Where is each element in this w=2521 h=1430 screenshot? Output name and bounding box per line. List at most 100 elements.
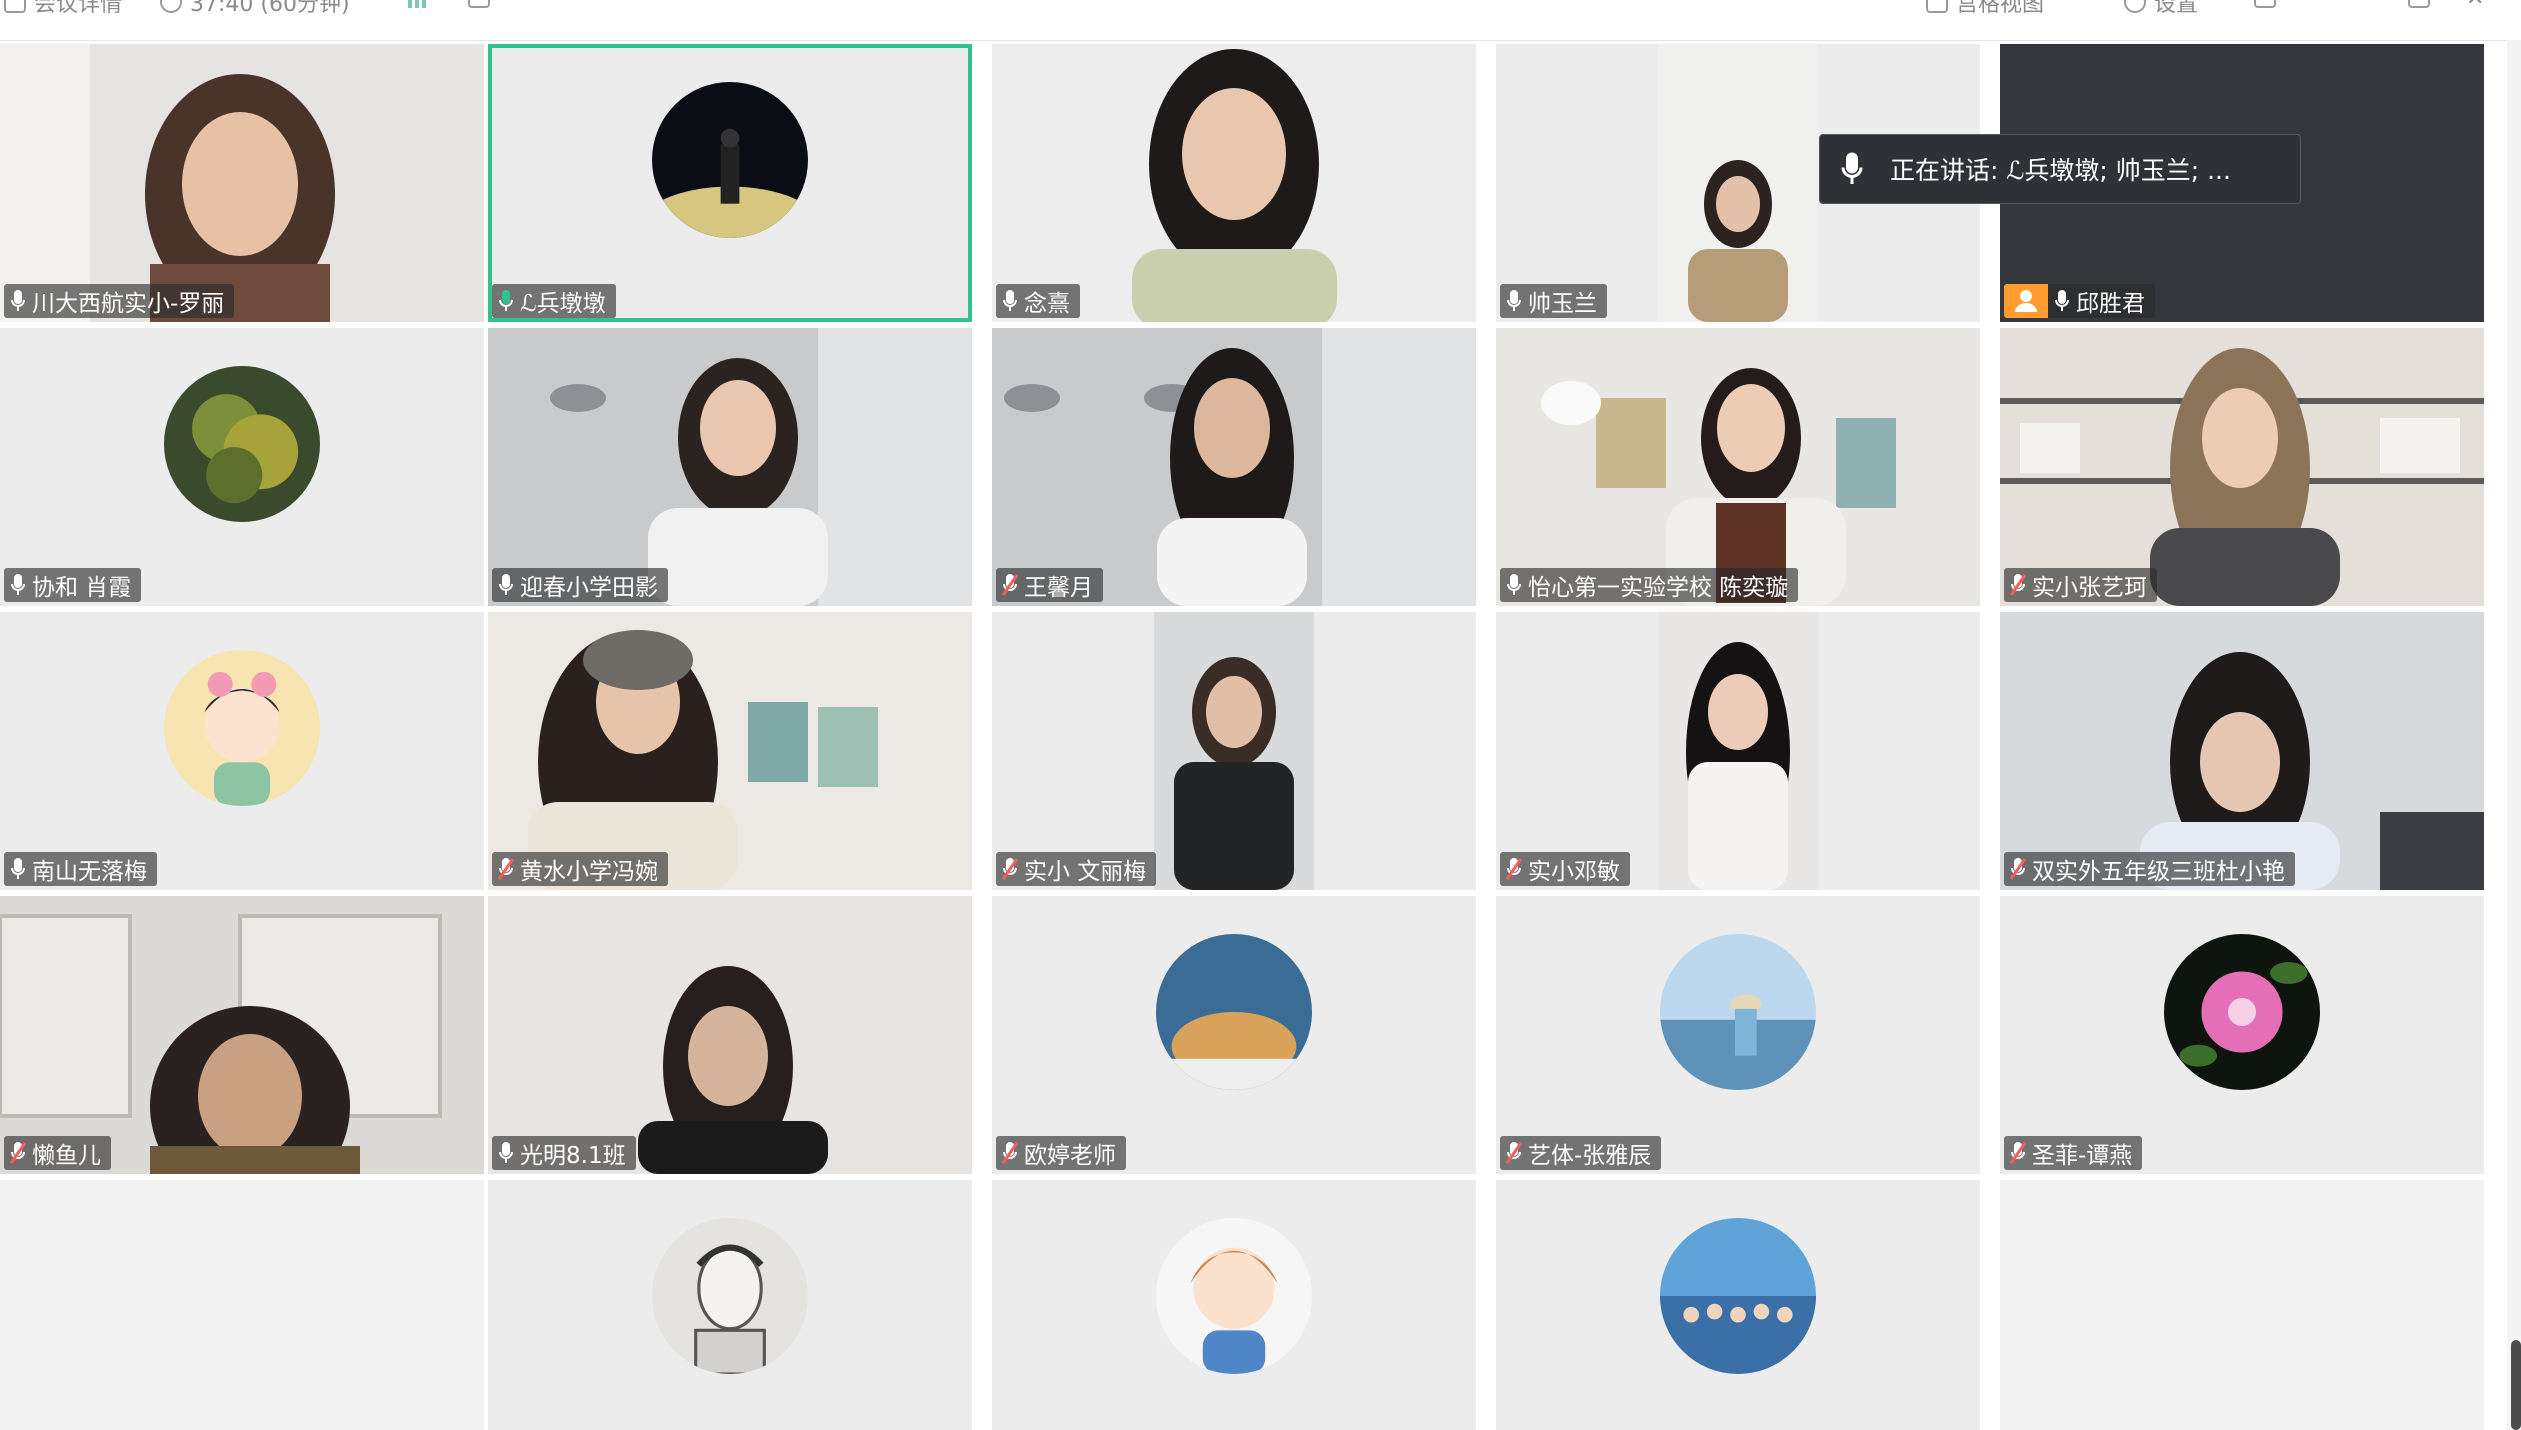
participant-name-tag: 实小 文丽梅 <box>996 852 1157 886</box>
maximize-button[interactable] <box>2408 0 2430 8</box>
microphone-icon <box>499 574 513 595</box>
microphone-icon <box>11 290 25 311</box>
video-feed <box>488 896 972 1174</box>
participant-tile[interactable] <box>1496 1180 1980 1430</box>
minimize-button[interactable]: — <box>2348 0 2370 11</box>
info-icon <box>4 0 26 13</box>
participant-name-tag: 帅玉兰 <box>1500 284 1607 318</box>
participant-tile[interactable]: 圣菲-谭燕 <box>2000 896 2484 1174</box>
microphone-icon <box>1003 290 1017 311</box>
fullscreen-icon <box>2254 0 2276 8</box>
video-feed <box>2000 612 2484 890</box>
share-button[interactable] <box>468 0 490 8</box>
participant-name-tag: 怡心第一实验学校 陈奕璇 <box>1500 568 1799 602</box>
group-photo-avatar <box>1660 1218 1816 1374</box>
participant-tile[interactable]: 念熹 <box>992 44 1476 322</box>
participant-tile[interactable]: 光明8.1班 <box>488 896 972 1174</box>
participant-tile[interactable]: 欧婷老师 <box>992 896 1476 1174</box>
microphone-icon <box>2055 290 2069 311</box>
participant-tile[interactable]: 黄水小学冯婉 <box>488 612 972 890</box>
video-feed <box>488 612 972 890</box>
participant-avatar <box>164 650 320 806</box>
settings-button[interactable]: 设置 <box>2124 0 2198 18</box>
video-feed <box>1658 612 1818 890</box>
participant-tile[interactable]: 实小张艺珂 <box>2000 328 2484 606</box>
participant-tile[interactable] <box>992 1180 1476 1430</box>
scrollbar-thumb[interactable] <box>2511 1340 2521 1430</box>
participant-name-tag: 念熹 <box>996 284 1080 318</box>
microphone-muted-icon <box>10 1142 26 1164</box>
microphone-icon <box>1507 290 1521 311</box>
sketch-portrait-avatar <box>652 1218 808 1374</box>
participant-tile[interactable]: 艺体-张雅辰 <box>1496 896 1980 1174</box>
participant-tile[interactable]: 懒鱼儿 <box>0 896 484 1174</box>
participant-name-tag: 南山无落梅 <box>4 852 157 886</box>
video-feed <box>992 328 1476 606</box>
close-button[interactable]: ✕ <box>2466 0 2484 11</box>
video-feed <box>2000 328 2484 606</box>
meeting-details-button[interactable]: 会议详情 <box>4 0 122 18</box>
microphone-active-icon <box>499 290 513 311</box>
meeting-duration[interactable]: 37:40 (60分钟) <box>160 0 350 18</box>
participant-tile[interactable]: 南山无落梅 <box>0 612 484 890</box>
participant-name-tag: ℒ兵墩墩 <box>492 284 616 318</box>
microphone-icon <box>1507 574 1521 595</box>
video-feed <box>488 328 972 606</box>
microphone-icon <box>1841 152 1863 184</box>
participant-avatar <box>1156 1218 1312 1374</box>
person-icon <box>2015 290 2037 312</box>
now-speaking-popup: 正在讲话: ℒ兵墩墩; 帅玉兰; ... <box>1819 134 2301 204</box>
participant-tile[interactable]: 迎春小学田影 <box>488 328 972 606</box>
network-signal[interactable] <box>408 0 426 8</box>
participant-name-tag: 实小张艺珂 <box>2004 568 2157 602</box>
video-feed <box>992 44 1476 322</box>
microphone-icon <box>499 1142 513 1163</box>
participant-name-tag: 王馨月 <box>996 568 1103 602</box>
view-mode-button[interactable]: 宫格视图 <box>1926 0 2044 18</box>
participant-name-tag: 双实外五年级三班杜小艳 <box>2004 852 2295 886</box>
participant-name-tag: 懒鱼儿 <box>4 1136 111 1170</box>
close-icon: ✕ <box>2466 0 2484 11</box>
microphone-muted-icon <box>498 858 514 880</box>
tree-photo-avatar <box>164 366 320 522</box>
participant-tile[interactable]: 王馨月 <box>992 328 1476 606</box>
participant-tile[interactable]: 协和 肖霞 <box>0 328 484 606</box>
clock-icon <box>160 0 182 13</box>
flower-photo-avatar <box>2164 934 2320 1090</box>
participant-name-tag: 迎春小学田影 <box>492 568 668 602</box>
now-speaking-text: 正在讲话: ℒ兵墩墩; 帅玉兰; ... <box>1890 156 2231 185</box>
gear-icon <box>2124 0 2146 13</box>
participant-avatar <box>1156 934 1312 1090</box>
microphone-icon <box>11 858 25 879</box>
meeting-toolbar: 会议详情 37:40 (60分钟) 宫格视图 设置 — ✕ <box>0 0 2521 41</box>
participant-name-tag: 实小邓敏 <box>1500 852 1630 886</box>
participant-avatar <box>652 1218 808 1374</box>
participant-tile[interactable]: 双实外五年级三班杜小艳 <box>2000 612 2484 890</box>
participant-tile[interactable]: 川大西航实小-罗丽 <box>0 44 484 322</box>
cat-photo-avatar <box>1156 934 1312 1090</box>
participant-name-tag: 川大西航实小-罗丽 <box>4 284 235 318</box>
seaside-photo-avatar <box>1660 934 1816 1090</box>
grid-view-icon <box>1926 0 1948 13</box>
microphone-muted-icon <box>1002 574 1018 596</box>
microphone-muted-icon <box>1506 1142 1522 1164</box>
participant-tile-active-speaker[interactable]: ℒ兵墩墩 <box>488 44 972 322</box>
participant-avatar <box>1660 934 1816 1090</box>
participant-name-tag: 邱胜君 <box>2048 284 2155 318</box>
participant-avatar <box>164 366 320 522</box>
participant-tile[interactable]: 实小邓敏 <box>1496 612 1980 890</box>
microphone-muted-icon <box>2010 574 2026 596</box>
participant-avatar <box>652 82 808 238</box>
participant-name-tag: 光明8.1班 <box>492 1136 636 1170</box>
participant-avatar <box>1660 1218 1816 1374</box>
participant-tile[interactable] <box>488 1180 972 1430</box>
signal-icon <box>408 0 426 8</box>
fullscreen-button[interactable] <box>2254 0 2276 8</box>
participant-avatar <box>2164 934 2320 1090</box>
video-feed <box>1154 612 1314 890</box>
cartoon-boy-avatar <box>1156 1218 1312 1374</box>
participant-name-tag: 艺体-张雅辰 <box>1500 1136 1662 1170</box>
scrollbar-track[interactable] <box>2507 40 2521 1430</box>
participant-tile[interactable]: 实小 文丽梅 <box>992 612 1476 890</box>
participant-tile[interactable]: 怡心第一实验学校 陈奕璇 <box>1496 328 1980 606</box>
